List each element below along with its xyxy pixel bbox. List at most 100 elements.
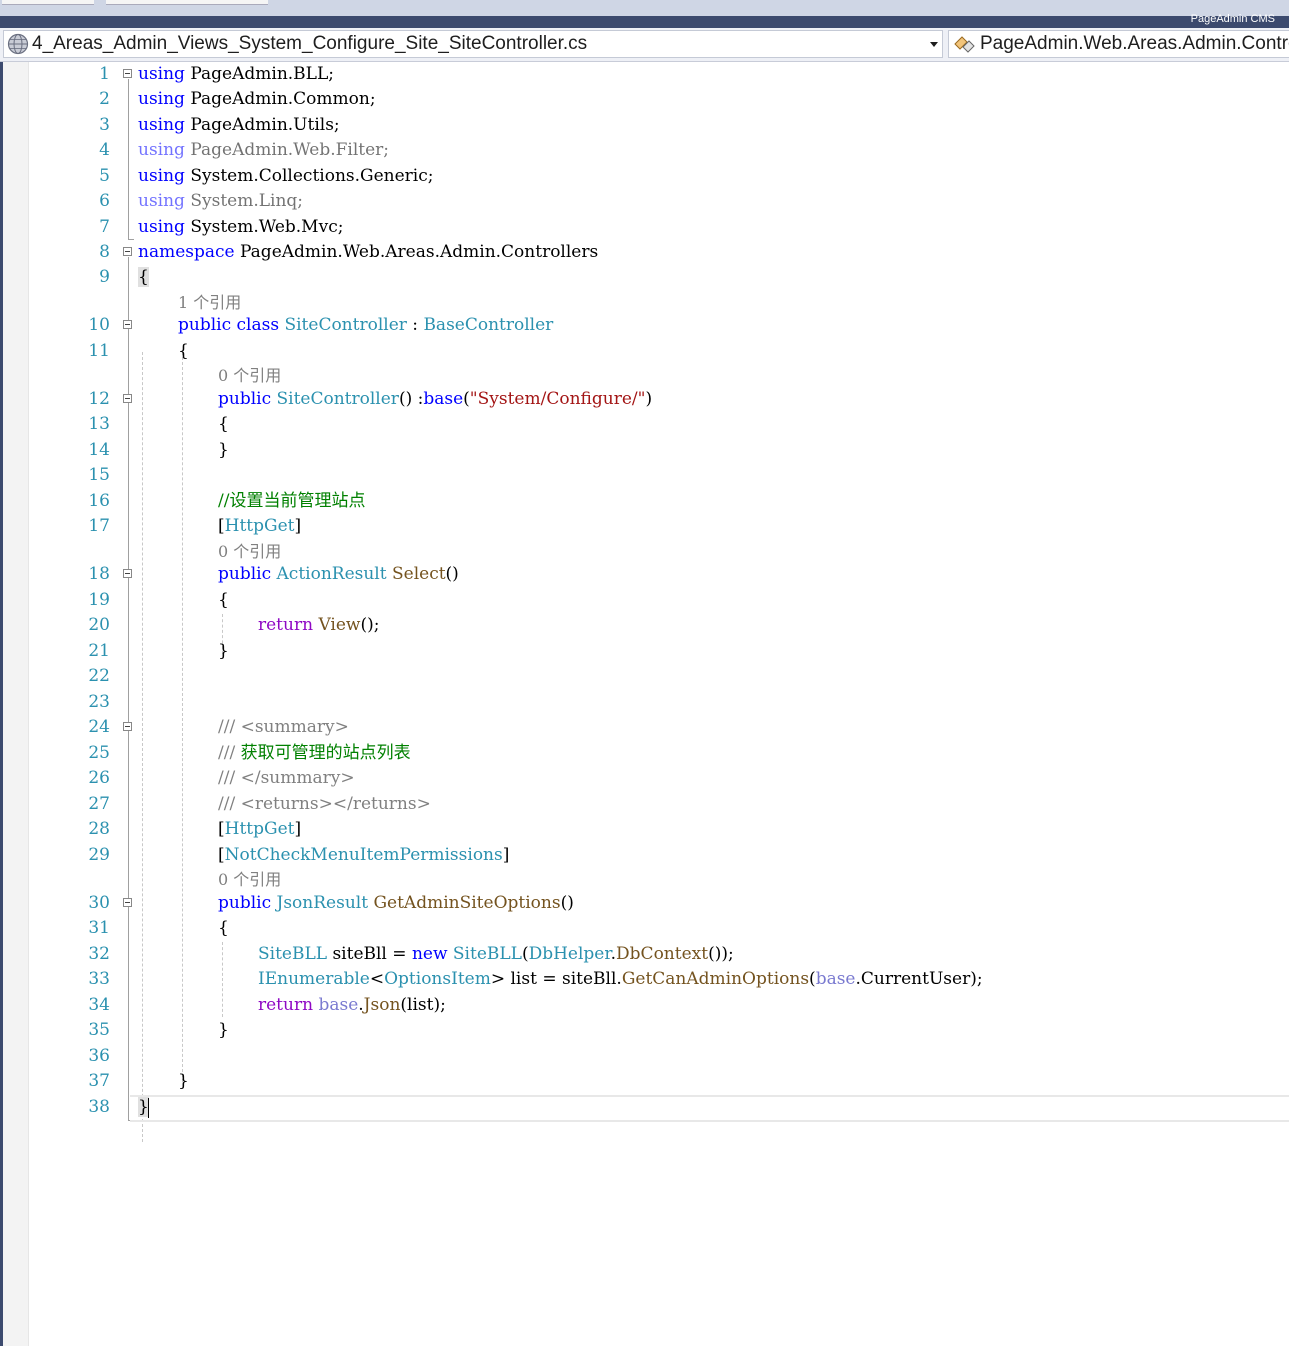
- token-doc-text: 获取可管理的站点列表: [235, 743, 411, 763]
- navigation-bar: 4_Areas_Admin_Views_System_Configure_Sit…: [0, 28, 1289, 62]
- code-doc: /// </summary>: [218, 766, 355, 791]
- code-line[interactable]: 29 [NotCheckMenuItemPermissions]: [30, 843, 1289, 868]
- collapse-icon[interactable]: [123, 247, 132, 256]
- token-text: () :: [398, 389, 424, 409]
- token-type: DbHelper: [528, 944, 611, 964]
- chevron-down-icon[interactable]: [930, 42, 938, 47]
- code-line[interactable]: 31 {: [30, 916, 1289, 941]
- token-doc-tag: </summary>: [235, 768, 355, 788]
- codelens-references[interactable]: 1 个引用: [178, 290, 241, 315]
- line-number: 20: [88, 615, 110, 635]
- code-line[interactable]: 22: [30, 664, 1289, 689]
- code-line[interactable]: 32 SiteBLL siteBll = new SiteBLL(DbHelpe…: [30, 942, 1289, 967]
- collapse-icon[interactable]: [123, 569, 132, 578]
- code-text-unused: using System.Linq;: [138, 189, 303, 214]
- token-text: ());: [708, 944, 734, 964]
- code-line[interactable]: 23: [30, 690, 1289, 715]
- code-line[interactable]: 35 }: [30, 1018, 1289, 1043]
- code-text: using System.Collections.Generic;: [138, 164, 434, 189]
- code-line[interactable]: 27 /// <returns></returns>: [30, 792, 1289, 817]
- token-keyword: using: [138, 140, 185, 160]
- code-line[interactable]: 18 public ActionResult Select(): [30, 562, 1289, 587]
- token-keyword: class: [236, 315, 280, 335]
- code-line[interactable]: 25 /// 获取可管理的站点列表: [30, 741, 1289, 766]
- collapse-icon[interactable]: [123, 69, 132, 78]
- token-type: IEnumerable: [258, 969, 370, 989]
- code-line[interactable]: 7 using System.Web.Mvc;: [30, 215, 1289, 240]
- code-line[interactable]: 10 public class SiteController : BaseCon…: [30, 313, 1289, 338]
- token-text: System.Linq;: [184, 191, 304, 211]
- token-text: (): [445, 564, 459, 584]
- code-line[interactable]: 21 }: [30, 639, 1289, 664]
- code-line[interactable]: 14 }: [30, 438, 1289, 463]
- code-text: public SiteController() :base("System/Co…: [218, 387, 652, 412]
- line-number: 19: [88, 590, 110, 610]
- code-line[interactable]: 15: [30, 463, 1289, 488]
- code-line[interactable]: 16 //设置当前管理站点: [30, 489, 1289, 514]
- code-line[interactable]: 12 public SiteController() :base("System…: [30, 387, 1289, 412]
- line-number: 13: [88, 414, 110, 434]
- token-keyword: base: [423, 389, 464, 409]
- token-text: ]: [294, 516, 302, 536]
- token-text: (): [560, 893, 574, 913]
- code-line[interactable]: 6 using System.Linq;: [30, 189, 1289, 214]
- code-line[interactable]: 30 public JsonResult GetAdminSiteOptions…: [30, 891, 1289, 916]
- line-number: 17: [88, 516, 110, 536]
- selection-margin[interactable]: [3, 62, 29, 1346]
- code-line[interactable]: 1 using PageAdmin.BLL;: [30, 62, 1289, 87]
- line-number: 26: [88, 768, 110, 788]
- namespace-combo[interactable]: PageAdmin.Web.Areas.Admin.Controllers: [948, 30, 1289, 58]
- code-line[interactable]: 13 {: [30, 412, 1289, 437]
- token-keyword: using: [138, 64, 185, 84]
- collapse-icon[interactable]: [123, 898, 132, 907]
- code-line[interactable]: 24 /// <summary>: [30, 715, 1289, 740]
- codelens-references[interactable]: 0 个引用: [218, 539, 281, 564]
- token-keyword: namespace: [138, 242, 235, 262]
- code-line[interactable]: 11 {: [30, 339, 1289, 364]
- token-method: GetCanAdminOptions: [621, 969, 810, 989]
- code-line[interactable]: 9 {: [30, 265, 1289, 290]
- code-line[interactable]: 19 {: [30, 588, 1289, 613]
- code-line[interactable]: 37 }: [30, 1069, 1289, 1094]
- code-line[interactable]: 38 }: [30, 1095, 1289, 1120]
- code-editor[interactable]: 1 using PageAdmin.BLL; 2 using PageAdmin…: [30, 62, 1289, 1346]
- code-line[interactable]: 8 namespace PageAdmin.Web.Areas.Admin.Co…: [30, 240, 1289, 265]
- code-line[interactable]: 36: [30, 1044, 1289, 1069]
- line-number: 34: [88, 995, 110, 1015]
- code-line[interactable]: 2 using PageAdmin.Common;: [30, 87, 1289, 112]
- file-combo[interactable]: 4_Areas_Admin_Views_System_Configure_Sit…: [3, 30, 943, 58]
- code-line[interactable]: 4 using PageAdmin.Web.Filter;: [30, 138, 1289, 163]
- code-text: {: [138, 265, 149, 290]
- code-line[interactable]: 5 using System.Collections.Generic;: [30, 164, 1289, 189]
- token-text: <: [369, 969, 385, 989]
- file-combo-label: 4_Areas_Admin_Views_System_Configure_Sit…: [32, 33, 588, 54]
- token-type: BaseController: [423, 315, 554, 335]
- top-strip: [0, 0, 1289, 16]
- line-number: 29: [88, 845, 110, 865]
- collapse-icon[interactable]: [123, 394, 132, 403]
- token-brace: {: [138, 267, 149, 287]
- code-line[interactable]: 20 return View();: [30, 613, 1289, 638]
- code-line[interactable]: 34 return base.Json(list);: [30, 993, 1289, 1018]
- line-number: 35: [88, 1020, 110, 1040]
- token-keyword: base: [815, 969, 856, 989]
- collapse-icon[interactable]: [123, 722, 132, 731]
- code-line[interactable]: 26 /// </summary>: [30, 766, 1289, 791]
- document-tab-active[interactable]: [106, 0, 268, 5]
- code-line[interactable]: 28 [HttpGet]: [30, 817, 1289, 842]
- document-tab[interactable]: [2, 0, 94, 5]
- collapse-icon[interactable]: [123, 320, 132, 329]
- token-doc-tag: <summary>: [235, 717, 349, 737]
- token-type: HttpGet: [224, 516, 295, 536]
- token-type: SiteBLL: [258, 944, 328, 964]
- code-text: namespace PageAdmin.Web.Areas.Admin.Cont…: [138, 240, 598, 265]
- codelens-references[interactable]: 0 个引用: [218, 867, 281, 892]
- code-line[interactable]: 3 using PageAdmin.Utils;: [30, 113, 1289, 138]
- line-number: 4: [99, 140, 110, 160]
- code-line[interactable]: 17 [HttpGet]: [30, 514, 1289, 539]
- line-number: 28: [88, 819, 110, 839]
- token-text: ): [645, 389, 653, 409]
- code-line[interactable]: 33 IEnumerable<OptionsItem> list = siteB…: [30, 967, 1289, 992]
- line-number: 25: [88, 743, 110, 763]
- codelens-references[interactable]: 0 个引用: [218, 363, 281, 388]
